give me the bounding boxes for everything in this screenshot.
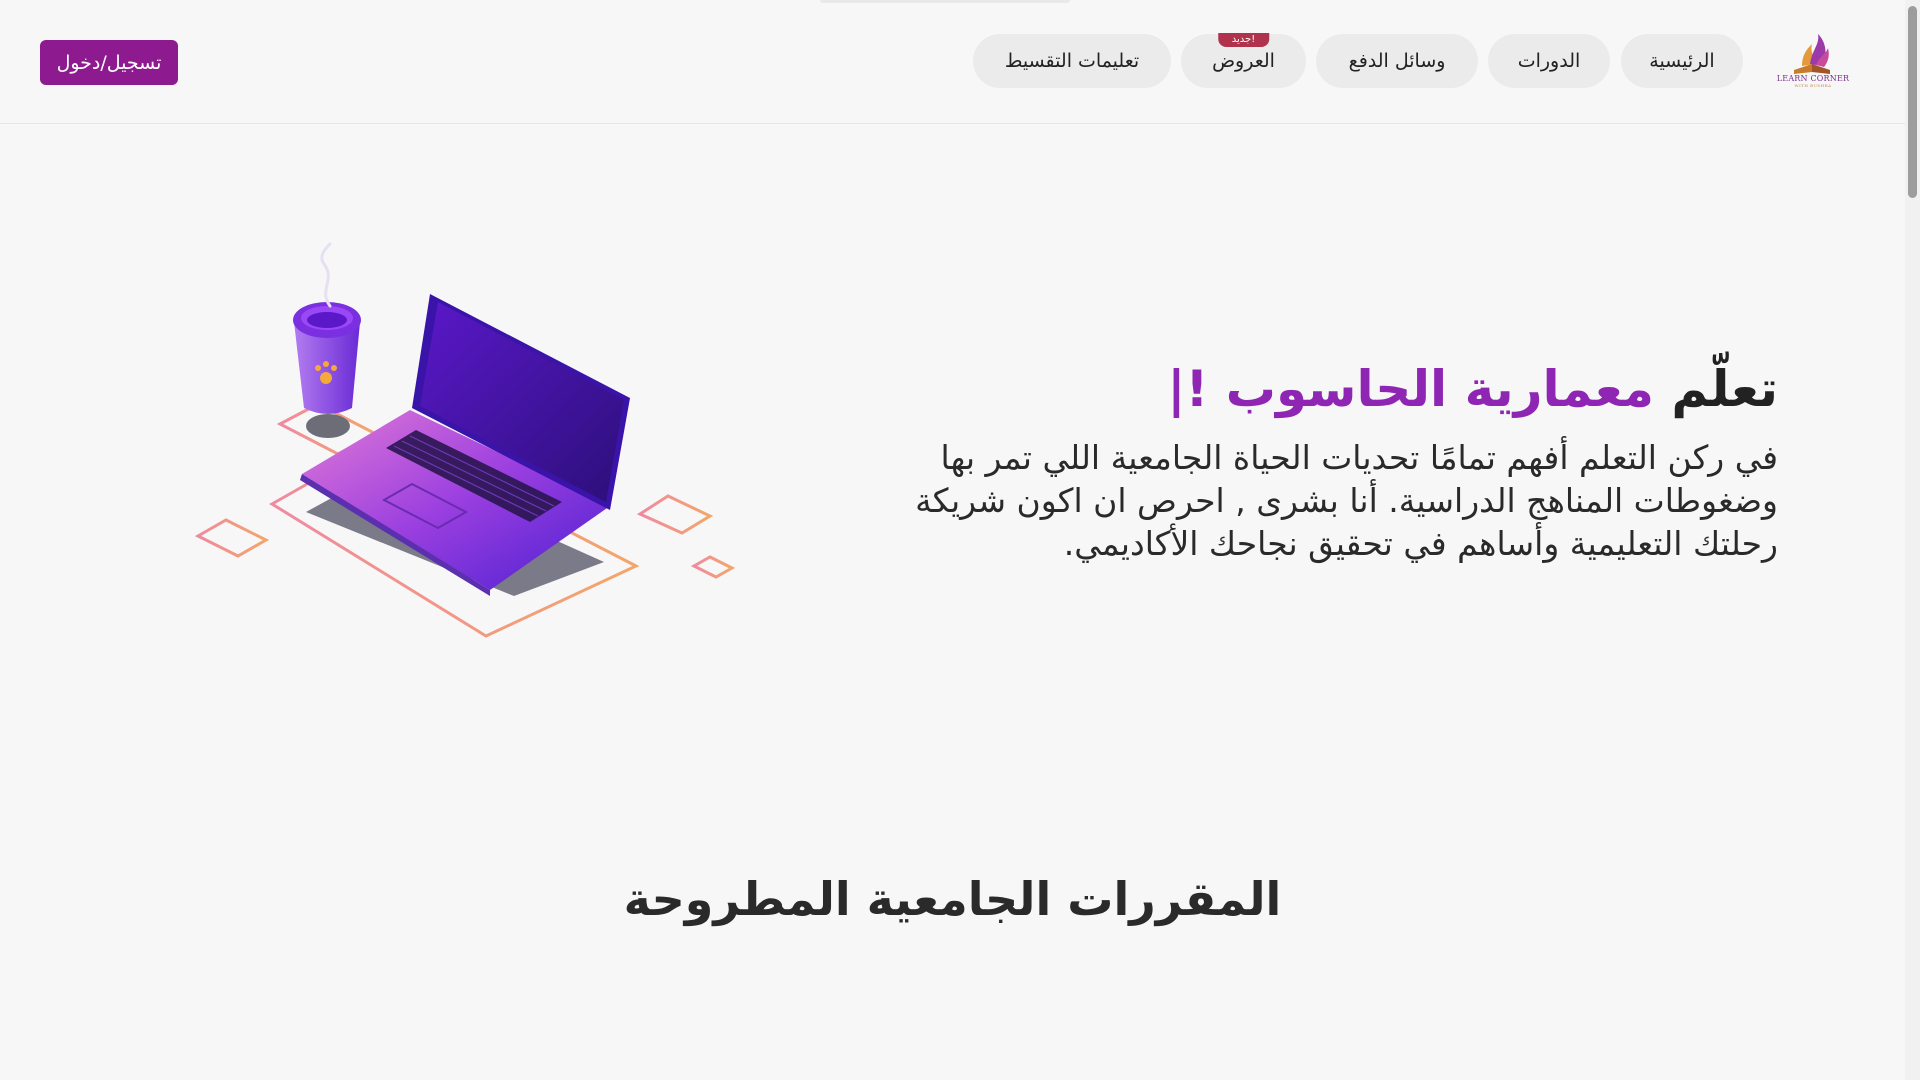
hero-title: تعلّم معمارية الحاسوب !|	[1167, 360, 1778, 418]
page-scrollbar[interactable]	[1905, 0, 1920, 1080]
nav-courses-label: الدورات	[1517, 50, 1581, 72]
main-nav: الرئيسية الدورات وسائل الدفع جديد! العرو…	[0, 33, 1905, 88]
nav-installments-label: تعليمات التقسيط	[1004, 50, 1140, 72]
hero-title-suffix: !|	[1167, 360, 1209, 418]
hero-description: في ركن التعلم أفهم تمامًا تحديات الحياة …	[915, 438, 1778, 563]
nav-payment-methods[interactable]: وسائل الدفع	[1316, 34, 1478, 88]
nav-home-label: الرئيسية	[1649, 50, 1715, 72]
nav-payment-methods-label: وسائل الدفع	[1348, 50, 1446, 72]
top-edge-hint	[820, 0, 1070, 3]
hero-title-prefix: تعلّم	[1671, 360, 1778, 418]
hero-title-accent: معمارية الحاسوب	[1225, 360, 1654, 418]
site-header: LEARN CORNER WITH BUSHRA الرئيسية الدورا…	[0, 0, 1905, 124]
scrollbar-thumb[interactable]	[1908, 6, 1917, 198]
new-badge: جديد!	[1217, 33, 1270, 47]
nav-installments[interactable]: تعليمات التقسيط	[973, 34, 1171, 88]
nav-offers[interactable]: جديد! العروض	[1181, 33, 1306, 88]
laptop-coffee-illustration	[190, 240, 750, 650]
nav-home[interactable]: الرئيسية	[1621, 34, 1743, 88]
nav-offers-label: العروض	[1212, 50, 1275, 72]
nav-courses[interactable]: الدورات	[1488, 34, 1610, 88]
courses-section-title: المقررات الجامعية المطروحة	[623, 872, 1282, 926]
page: LEARN CORNER WITH BUSHRA الرئيسية الدورا…	[0, 0, 1920, 1080]
login-register-button[interactable]: تسجيل/دخول	[40, 40, 178, 85]
